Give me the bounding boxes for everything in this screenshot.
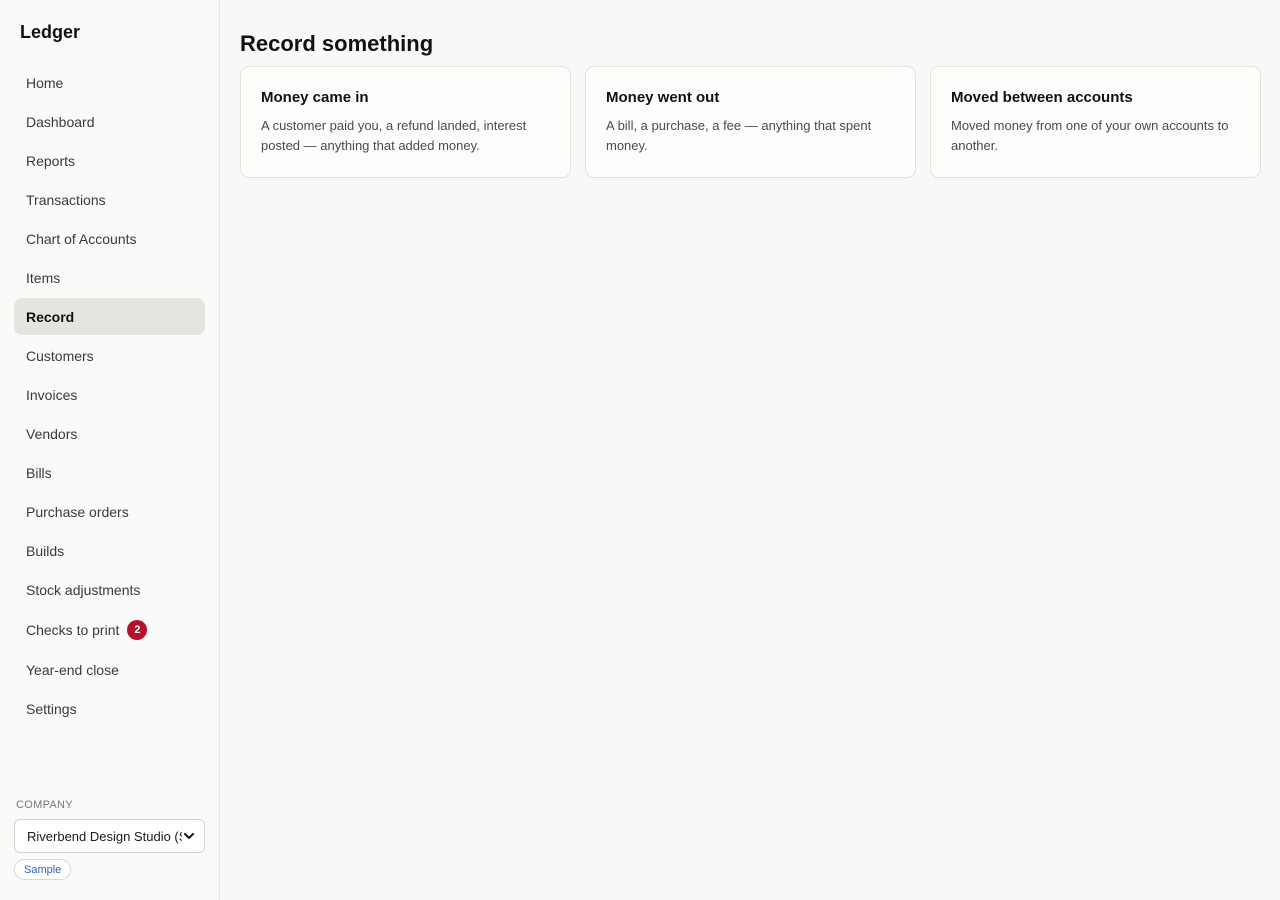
sidebar-item-label: Year-end close [26, 661, 119, 678]
sidebar-item-label: Checks to print [26, 621, 120, 638]
app-shell: Ledger Home Dashboard Reports Transactio… [0, 0, 1280, 900]
sidebar-nav: Home Dashboard Reports Transactions Char… [14, 64, 205, 729]
card-description: Moved money from one of your own account… [951, 118, 1229, 153]
card-title: Money came in [261, 89, 369, 106]
record-type-cards: Money came in A customer paid you, a ref… [240, 66, 1261, 178]
sidebar-item-chart-of-accounts[interactable]: Chart of Accounts [14, 220, 205, 257]
sidebar-item-reports[interactable]: Reports [14, 142, 205, 179]
card-description: A bill, a purchase, a fee — anything tha… [606, 118, 872, 153]
sidebar-item-transactions[interactable]: Transactions [14, 181, 205, 218]
sidebar-item-home[interactable]: Home [14, 64, 205, 101]
sidebar-item-label: Home [26, 74, 64, 91]
card-title: Moved between accounts [951, 89, 1133, 106]
chevron-down-icon [182, 829, 196, 843]
transfer-card[interactable]: Moved between accounts Moved money from … [930, 66, 1261, 178]
sidebar-item-checks-to-print[interactable]: Checks to print 2 [14, 610, 205, 649]
sidebar-item-label: Bills [26, 464, 52, 481]
app-title: Ledger [20, 22, 81, 42]
sidebar-item-builds[interactable]: Builds [14, 532, 205, 569]
sidebar-item-label: Vendors [26, 425, 78, 442]
sidebar-item-label: Settings [26, 700, 77, 717]
main-content: Record something Money came in A custome… [220, 0, 1280, 900]
sidebar-item-stock-adjustments[interactable]: Stock adjustments [14, 571, 205, 608]
sidebar-item-label: Stock adjustments [26, 581, 141, 598]
sidebar-item-settings[interactable]: Settings [14, 690, 205, 727]
sidebar-item-customers[interactable]: Customers [14, 337, 205, 374]
sidebar-item-dashboard[interactable]: Dashboard [14, 103, 205, 140]
sidebar-item-label: Purchase orders [26, 503, 129, 520]
sidebar-item-items[interactable]: Items [14, 259, 205, 296]
company-select-value: Riverbend Design Studio (S [27, 828, 182, 844]
sidebar-item-purchase-orders[interactable]: Purchase orders [14, 493, 205, 530]
sidebar-item-label: Record [26, 308, 75, 325]
count-badge: 2 [127, 619, 148, 640]
sidebar-item-vendors[interactable]: Vendors [14, 415, 205, 452]
sidebar-item-label: Dashboard [26, 113, 95, 130]
sidebar: Ledger Home Dashboard Reports Transactio… [0, 0, 220, 900]
sidebar-item-invoices[interactable]: Invoices [14, 376, 205, 413]
sample-tag: Sample [14, 859, 72, 880]
money-out-card[interactable]: Money went out A bill, a purchase, a fee… [585, 66, 916, 178]
company-select[interactable]: Riverbend Design Studio (S [14, 819, 205, 853]
sidebar-item-label: Items [26, 269, 61, 286]
card-description: A customer paid you, a refund landed, in… [261, 118, 527, 153]
sidebar-item-label: Invoices [26, 386, 78, 403]
money-in-card[interactable]: Money came in A customer paid you, a ref… [240, 66, 571, 178]
sidebar-item-year-end-close[interactable]: Year-end close [14, 651, 205, 688]
sidebar-item-label: Customers [26, 347, 94, 364]
sidebar-item-record[interactable]: Record [14, 298, 205, 335]
sidebar-item-label: Chart of Accounts [26, 230, 137, 247]
sidebar-item-label: Builds [26, 542, 65, 559]
sidebar-item-label: Transactions [26, 191, 106, 208]
card-title: Money went out [606, 89, 720, 106]
sidebar-item-bills[interactable]: Bills [14, 454, 205, 491]
sidebar-item-label: Reports [26, 152, 76, 169]
company-label: COMPANY [16, 799, 73, 811]
page-title: Record something [240, 31, 434, 56]
